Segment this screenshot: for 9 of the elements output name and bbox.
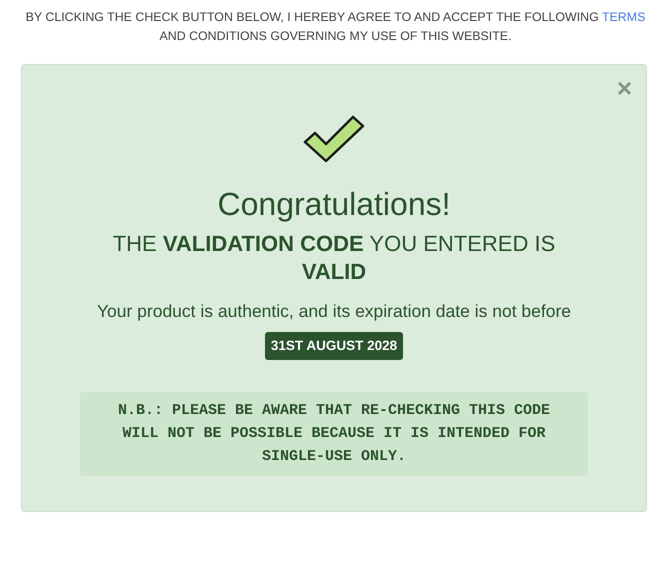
single-use-note: N.B.: PLEASE BE AWARE THAT RE-CHECKING THIS CODE WILL NOT BE POSSIBLE BECAUSE IT IS INTENDED FOR SINGLE-USE ONLY.	[80, 392, 588, 476]
expiration-date: 31ST AUGUST 2028	[264, 332, 404, 360]
authenticity-message: Your product is authentic, and its expiration date is not before	[96, 300, 572, 324]
terms-notice: BY CLICKING THE CHECK BUTTON BELOW, I HEREBY AGREE TO AND ACCEPT THE FOLLOWING TERMS AND CONDITIONS GOVERNING MY USE OF THIS WEBSITE.	[24, 9, 646, 46]
congratulations-heading: Congratulations!	[216, 185, 452, 224]
close-button[interactable]: ×	[616, 75, 632, 102]
check-icon	[302, 113, 366, 164]
validation-message: THE VALIDATION CODE YOU ENTERED IS VALID	[112, 230, 556, 286]
terms-link[interactable]: TERMS	[602, 10, 646, 24]
